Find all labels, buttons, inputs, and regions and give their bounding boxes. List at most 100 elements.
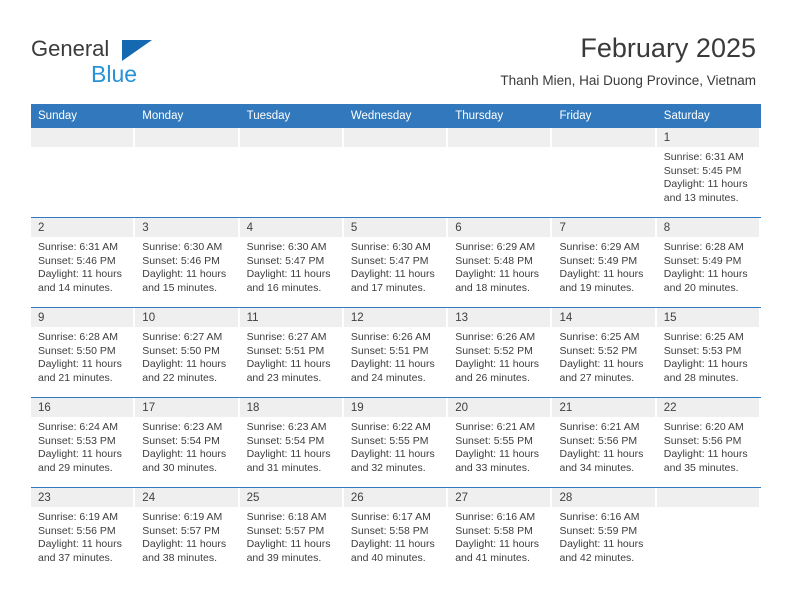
sunset-text: Sunset: 5:56 PM	[663, 434, 742, 447]
calendar-cell-inner: 23 Sunrise: 6:19 AM Sunset: 5:56 PM Dayligh…	[31, 488, 135, 577]
daylight-text-line1: Daylight: 11 hours	[38, 538, 122, 550]
calendar-cell-inner: 16 Sunrise: 6:24 AM Sunset: 5:53 PM Dayligh…	[31, 398, 135, 487]
day-number: 5	[350, 222, 358, 234]
brand-logo[interactable]: General Blue	[31, 36, 231, 92]
day-number: 22	[663, 402, 677, 414]
day-number: 4	[246, 222, 253, 234]
brand-name-blue: Blue	[91, 61, 138, 87]
calendar-day-cell[interactable]: 10 Sunrise: 6:27 AM Sunset: 5:50 PM Dayligh…	[135, 307, 240, 398]
day-number	[31, 128, 133, 131]
calendar-day-cell[interactable]: 22 Sunrise: 6:20 AM Sunset: 5:56 PM Dayligh…	[656, 397, 762, 488]
calendar-day-cell[interactable]: 25 Sunrise: 6:18 AM Sunset: 5:57 PM Dayligh…	[239, 487, 344, 577]
daylight-text-line2: and 32 minutes.	[350, 461, 426, 474]
sunset-text: Sunset: 5:52 PM	[559, 344, 638, 357]
daylight-text-line1: Daylight: 11 hours	[559, 268, 644, 280]
sunset-text: Sunset: 5:54 PM	[246, 434, 325, 447]
calendar-day-cell[interactable]: 14 Sunrise: 6:25 AM Sunset: 5:52 PM Dayligh…	[552, 307, 657, 398]
sunrise-text: Sunrise: 6:26 AM	[350, 331, 431, 343]
calendar-day-cell[interactable]: 8 Sunrise: 6:28 AM Sunset: 5:49 PM Daylight…	[656, 217, 762, 308]
calendar-cell-empty	[448, 128, 553, 218]
day-number: 25	[246, 492, 260, 504]
calendar-day-cell[interactable]: 6 Sunrise: 6:29 AM Sunset: 5:48 PM Daylight…	[448, 217, 553, 308]
daylight-text-line2: and 33 minutes.	[455, 461, 530, 474]
calendar-day-cell[interactable]: 23 Sunrise: 6:19 AM Sunset: 5:56 PM Dayligh…	[31, 487, 136, 577]
weekday-header-saturday: Saturday	[656, 104, 762, 128]
calendar-day-cell[interactable]: 18 Sunrise: 6:23 AM Sunset: 5:54 PM Dayligh…	[239, 397, 344, 488]
day-number: 16	[38, 402, 51, 414]
day-number-band: 6	[448, 218, 551, 237]
weekday-header-wednesday: Wednesday	[343, 104, 449, 128]
day-sun-info: Sunrise: 6:28 AM Sunset: 5:50 PM Daylight:…	[31, 327, 135, 385]
calendar-day-cell[interactable]: 11 Sunrise: 6:27 AM Sunset: 5:51 PM Dayligh…	[239, 307, 344, 398]
day-number-band	[343, 128, 447, 147]
calendar-day-cell[interactable]: 4 Sunrise: 6:30 AM Sunset: 5:47 PM Daylight…	[239, 217, 344, 308]
calendar-cell-inner: 11 Sunrise: 6:27 AM Sunset: 5:51 PM Dayligh…	[239, 308, 344, 397]
calendar-cell-empty	[343, 128, 449, 218]
sunset-text: Sunset: 5:45 PM	[663, 164, 742, 177]
calendar-day-cell[interactable]: 20 Sunrise: 6:21 AM Sunset: 5:55 PM Dayligh…	[448, 397, 553, 488]
day-sun-info: Sunrise: 6:17 AM Sunset: 5:58 PM Daylight:…	[344, 507, 448, 565]
calendar-day-cell[interactable]: 13 Sunrise: 6:26 AM Sunset: 5:52 PM Dayligh…	[448, 307, 553, 398]
daylight-text-line1: Daylight: 11 hours	[663, 448, 748, 460]
day-sun-info: Sunrise: 6:29 AM Sunset: 5:49 PM Daylight:…	[552, 237, 656, 295]
calendar-day-cell[interactable]: 1 Sunrise: 6:31 AM Sunset: 5:45 PM Daylight…	[656, 128, 762, 218]
calendar-day-cell[interactable]: 17 Sunrise: 6:23 AM Sunset: 5:54 PM Dayligh…	[135, 397, 240, 488]
day-sun-info: Sunrise: 6:27 AM Sunset: 5:50 PM Daylight:…	[135, 327, 239, 385]
sunrise-text: Sunrise: 6:22 AM	[350, 421, 431, 433]
day-number-band: 13	[448, 308, 551, 327]
day-number-band	[552, 128, 655, 147]
daylight-text-line2: and 28 minutes.	[663, 371, 739, 384]
day-sun-info: Sunrise: 6:22 AM Sunset: 5:55 PM Daylight:…	[344, 417, 448, 475]
calendar-cell-inner: 6 Sunrise: 6:29 AM Sunset: 5:48 PM Daylight…	[448, 218, 552, 307]
sunset-text: Sunset: 5:53 PM	[38, 434, 116, 447]
day-number-band: 4	[239, 218, 342, 237]
day-number	[135, 128, 237, 131]
calendar-day-cell[interactable]: 26 Sunrise: 6:17 AM Sunset: 5:58 PM Dayligh…	[343, 487, 449, 577]
day-sun-info: Sunrise: 6:30 AM Sunset: 5:46 PM Daylight:…	[135, 237, 239, 295]
sunrise-text: Sunrise: 6:20 AM	[663, 421, 744, 433]
sunrise-text: Sunrise: 6:27 AM	[246, 331, 327, 343]
sunset-text: Sunset: 5:46 PM	[38, 254, 116, 267]
calendar-day-cell[interactable]: 12 Sunrise: 6:26 AM Sunset: 5:51 PM Dayligh…	[343, 307, 449, 398]
calendar-day-cell[interactable]: 3 Sunrise: 6:30 AM Sunset: 5:46 PM Daylight…	[135, 217, 240, 308]
calendar-day-cell[interactable]: 28 Sunrise: 6:16 AM Sunset: 5:59 PM Dayligh…	[552, 487, 657, 577]
daylight-text-line1: Daylight: 11 hours	[559, 538, 644, 550]
calendar-day-cell[interactable]: 27 Sunrise: 6:16 AM Sunset: 5:58 PM Dayligh…	[448, 487, 553, 577]
sunset-text: Sunset: 5:55 PM	[350, 434, 429, 447]
daylight-text-line2: and 39 minutes.	[246, 551, 322, 564]
sunrise-text: Sunrise: 6:16 AM	[559, 511, 640, 523]
sunrise-text: Sunrise: 6:29 AM	[455, 241, 536, 253]
day-number-band: 20	[448, 398, 551, 417]
calendar-day-cell[interactable]: 7 Sunrise: 6:29 AM Sunset: 5:49 PM Daylight…	[552, 217, 657, 308]
sunrise-text: Sunrise: 6:26 AM	[455, 331, 536, 343]
day-number: 18	[246, 402, 260, 414]
sunrise-text: Sunrise: 6:16 AM	[455, 511, 536, 523]
calendar-day-cell[interactable]: 5 Sunrise: 6:30 AM Sunset: 5:47 PM Daylight…	[343, 217, 449, 308]
calendar-day-cell[interactable]: 15 Sunrise: 6:25 AM Sunset: 5:53 PM Dayligh…	[656, 307, 762, 398]
calendar-cell-inner: 20 Sunrise: 6:21 AM Sunset: 5:55 PM Dayligh…	[448, 398, 552, 487]
sunset-text: Sunset: 5:47 PM	[246, 254, 325, 267]
title-block: February 2025 Thanh Mien, Hai Duong Prov…	[500, 32, 756, 91]
day-number-band	[239, 128, 342, 147]
calendar-day-cell[interactable]: 9 Sunrise: 6:28 AM Sunset: 5:50 PM Daylight…	[31, 307, 136, 398]
day-number: 11	[246, 312, 259, 324]
day-number: 20	[455, 402, 468, 414]
calendar-day-cell[interactable]: 19 Sunrise: 6:22 AM Sunset: 5:55 PM Dayligh…	[343, 397, 449, 488]
sunrise-text: Sunrise: 6:27 AM	[142, 331, 223, 343]
day-sun-info: Sunrise: 6:19 AM Sunset: 5:57 PM Daylight:…	[135, 507, 239, 565]
calendar-day-cell[interactable]: 16 Sunrise: 6:24 AM Sunset: 5:53 PM Dayligh…	[31, 397, 136, 488]
day-number: 28	[559, 492, 573, 504]
calendar-day-cell[interactable]: 2 Sunrise: 6:31 AM Sunset: 5:46 PM Daylight…	[31, 217, 136, 308]
calendar-cell-inner: 3 Sunrise: 6:30 AM Sunset: 5:46 PM Daylight…	[135, 218, 239, 307]
sunrise-text: Sunrise: 6:31 AM	[663, 151, 744, 163]
sunset-text: Sunset: 5:55 PM	[455, 434, 533, 447]
calendar-cell-inner: 4 Sunrise: 6:30 AM Sunset: 5:47 PM Daylight…	[239, 218, 344, 307]
calendar-day-cell[interactable]: 21 Sunrise: 6:21 AM Sunset: 5:56 PM Dayligh…	[552, 397, 657, 488]
calendar-day-cell[interactable]: 24 Sunrise: 6:19 AM Sunset: 5:57 PM Dayligh…	[135, 487, 240, 577]
calendar-cell-empty	[552, 128, 657, 218]
daylight-text-line2: and 34 minutes.	[559, 461, 635, 474]
calendar-week-row: 1 Sunrise: 6:31 AM Sunset: 5:45 PM Daylight…	[31, 128, 762, 218]
brand-logo-top-row: General	[31, 36, 231, 62]
daylight-text-line1: Daylight: 11 hours	[350, 268, 435, 280]
day-number	[552, 128, 654, 131]
